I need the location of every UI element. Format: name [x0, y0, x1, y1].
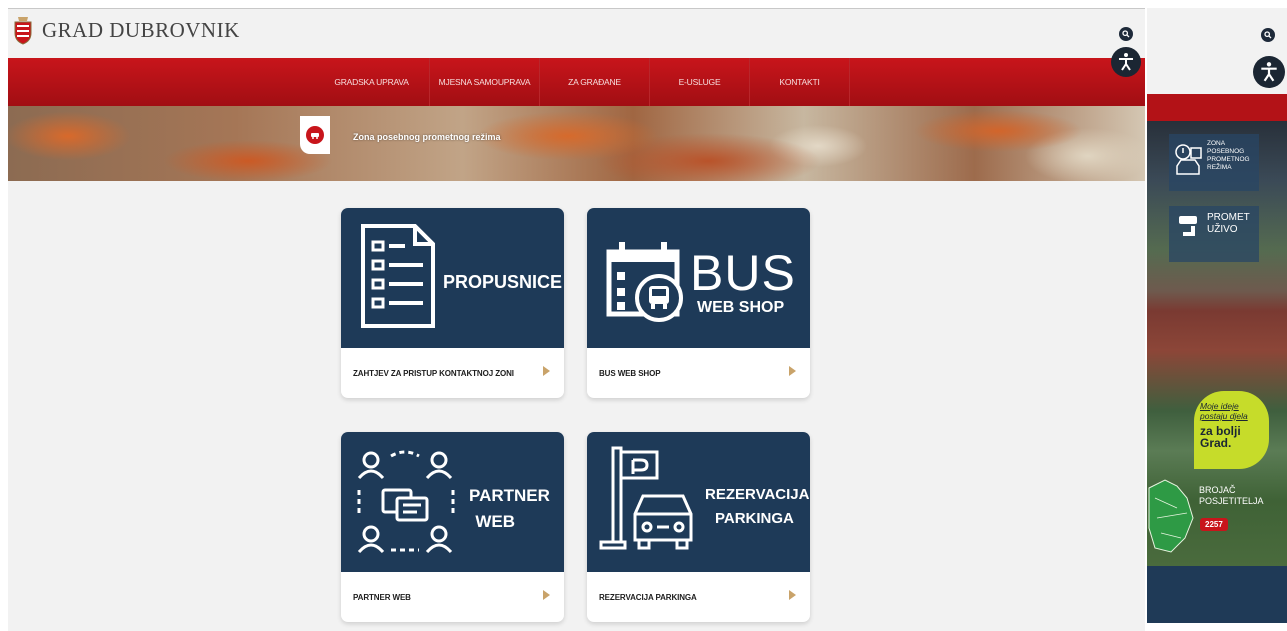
nav-gradska-uprava[interactable]: GRADSKA UPRAVA [314, 58, 430, 106]
brojac-line: BROJAČ [1199, 485, 1236, 495]
nav-mjesna-samouprava[interactable]: MJESNA SAMOUPRAVA [430, 58, 540, 106]
card-banner: BUS WEB SHOP [587, 208, 810, 348]
brojac-label: BROJAČ POSJETITELJA [1199, 485, 1264, 507]
card-banner-text: PARTNER [469, 486, 550, 505]
card-rezervacija-parkinga[interactable]: REZERVACIJA PARKINGA REZERVACIJA PARKING… [587, 432, 810, 622]
main-nav: GRADSKA UPRAVA MJESNA SAMOUPRAVA ZA GRAĐ… [8, 58, 1145, 106]
card-footer: PARTNER WEB [341, 572, 564, 622]
zona-line: PROMETNOG [1207, 156, 1250, 163]
search-icon[interactable] [1119, 27, 1133, 41]
zona-line: ZONA [1207, 140, 1226, 147]
card-banner-subtext: WEB SHOP [697, 299, 785, 316]
main-page: GRAD DUBROVNIK GRADSKA UPRAVA MJESNA SAM… [8, 8, 1145, 631]
coat-of-arms-icon [14, 17, 32, 45]
card-banner: PARTNER WEB [341, 432, 564, 572]
ideje-banner[interactable]: Moje ideje postaju djela za bolji Grad. [1194, 391, 1269, 469]
promet-line: PROMET [1207, 212, 1250, 223]
card-footer: BUS WEB SHOP [587, 348, 810, 398]
logo-text: GRAD DUBROVNIK [42, 17, 240, 42]
brojac-line: POSJETITELJA [1199, 496, 1264, 506]
nav-za-gradane[interactable]: ZA GRAĐANE [540, 58, 650, 106]
search-icon[interactable] [1261, 28, 1275, 42]
card-banner-text: PROPUSNICE [443, 272, 563, 292]
car-icon [306, 126, 324, 144]
card-label: ZAHTJEV ZA PRISTUP KONTAKTNOJ ZONI [353, 368, 514, 378]
zona-link[interactable]: ZONA POSEBNOG PROMETNOG REŽIMA [1169, 134, 1259, 191]
logo[interactable]: GRAD DUBROVNIK [12, 15, 240, 45]
ideja-small-line: postaju djela [1200, 411, 1248, 421]
accessibility-icon[interactable] [1253, 56, 1285, 88]
sidebar-red-band [1147, 94, 1287, 121]
nav-kontakti[interactable]: KONTAKTI [750, 58, 850, 106]
top-bar: GRAD DUBROVNIK [8, 9, 1145, 58]
hero-banner: Zona posebnog prometnog režima [8, 106, 1145, 181]
ideja-big-line: Grad. [1200, 436, 1232, 450]
ideja-small-line: Moje ideje [1200, 401, 1239, 411]
promet-line: UŽIVO [1207, 224, 1238, 235]
city-map-icon [1148, 479, 1194, 553]
arrow-right-icon [543, 366, 550, 376]
arrow-right-icon [543, 590, 550, 600]
hero-title: Zona posebnog prometnog režima [353, 132, 501, 142]
sidebar-footer [1147, 566, 1287, 623]
card-footer: REZERVACIJA PARKINGA [587, 572, 810, 622]
card-label: PARTNER WEB [353, 592, 411, 602]
card-propusnice[interactable]: PROPUSNICE ZAHTJEV ZA PRISTUP KONTAKTNOJ… [341, 208, 564, 398]
arrow-right-icon [789, 590, 796, 600]
card-partner-web[interactable]: PARTNER WEB PARTNER WEB [341, 432, 564, 622]
right-sidebar: ZONA POSEBNOG PROMETNOG REŽIMA PROMET UŽ… [1147, 8, 1287, 623]
zona-line: POSEBNOG [1207, 148, 1245, 155]
card-label: REZERVACIJA PARKINGA [599, 592, 697, 602]
card-banner: PROPUSNICE [341, 208, 564, 348]
card-banner: REZERVACIJA PARKINGA [587, 432, 810, 572]
nav-e-usluge[interactable]: E-USLUGE [650, 58, 750, 106]
visitor-count-badge: 2257 [1200, 518, 1228, 531]
arrow-right-icon [789, 366, 796, 376]
zona-line: REŽIMA [1207, 164, 1232, 171]
traffic-zone-icon [1175, 144, 1202, 175]
camera-icon [1179, 216, 1197, 236]
card-banner-subtext: PARKINGA [715, 510, 794, 527]
card-footer: ZAHTJEV ZA PRISTUP KONTAKTNOJ ZONI [341, 348, 564, 398]
card-banner-subtext: WEB [475, 512, 515, 531]
card-label: BUS WEB SHOP [599, 368, 661, 378]
card-bus-web-shop[interactable]: BUS WEB SHOP BUS WEB SHOP [587, 208, 810, 398]
promet-uzivo-link[interactable]: PROMET UŽIVO [1169, 206, 1259, 262]
card-banner-text: REZERVACIJA [705, 486, 810, 503]
hero-badge [300, 116, 330, 154]
accessibility-icon[interactable] [1111, 47, 1141, 77]
card-banner-text: BUS [690, 245, 796, 301]
